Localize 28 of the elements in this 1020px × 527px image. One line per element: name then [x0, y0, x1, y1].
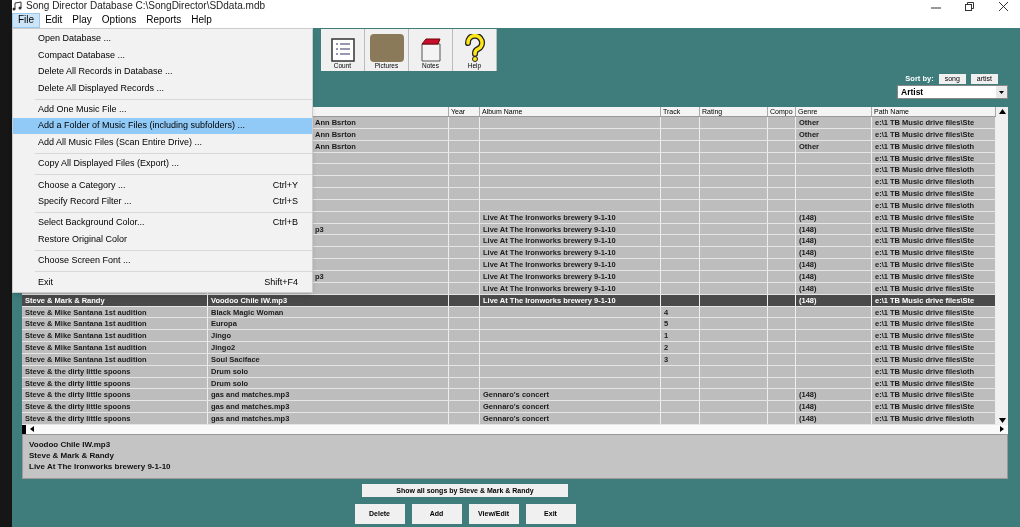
scroll-right-icon[interactable] — [1000, 426, 1004, 433]
menu-option[interactable]: Add a Folder of Music Files (including subfolders) ... — [13, 117, 312, 135]
photo-placeholder — [369, 33, 404, 62]
menu-option[interactable]: Add One Music File ... — [13, 101, 312, 118]
menu-item[interactable]: Play — [67, 12, 97, 28]
menu-option[interactable]: Delete All Displayed Records ... — [13, 80, 312, 97]
menu-item[interactable]: Reports — [141, 12, 187, 28]
caret-icon — [996, 86, 1007, 99]
menu-item[interactable]: Edit — [40, 12, 68, 28]
scroll-left-icon[interactable] — [30, 426, 34, 433]
details-line: Steve & Mark & Randy — [29, 449, 115, 461]
details-line: Voodoo Chile IW.mp3 — [29, 438, 112, 450]
restore-icon[interactable] — [965, 1, 975, 11]
notebook-icon — [418, 37, 443, 62]
details-line: Live At The Ironworks brewery 9-1-10 — [29, 460, 172, 472]
menu-item[interactable]: Options — [96, 12, 142, 28]
menu-option[interactable]: Open Database ... — [13, 31, 312, 48]
menu-option[interactable]: Compact Database ... — [13, 47, 312, 64]
close-icon[interactable] — [999, 1, 1008, 11]
music-note-icon — [12, 1, 22, 11]
menu-item[interactable]: File — [12, 12, 41, 28]
menu-option[interactable]: Delete All Records in Database ... — [13, 63, 312, 81]
sort-dropdown[interactable]: Artist — [897, 85, 1008, 100]
menu-item[interactable]: Help — [186, 12, 217, 28]
question-mark-icon — [463, 33, 486, 62]
window-title: Song Director Database C:\SongDirector\SDdata.mdb — [26, 1, 265, 11]
list-icon — [330, 37, 355, 62]
scroll-up-icon[interactable] — [998, 109, 1006, 114]
